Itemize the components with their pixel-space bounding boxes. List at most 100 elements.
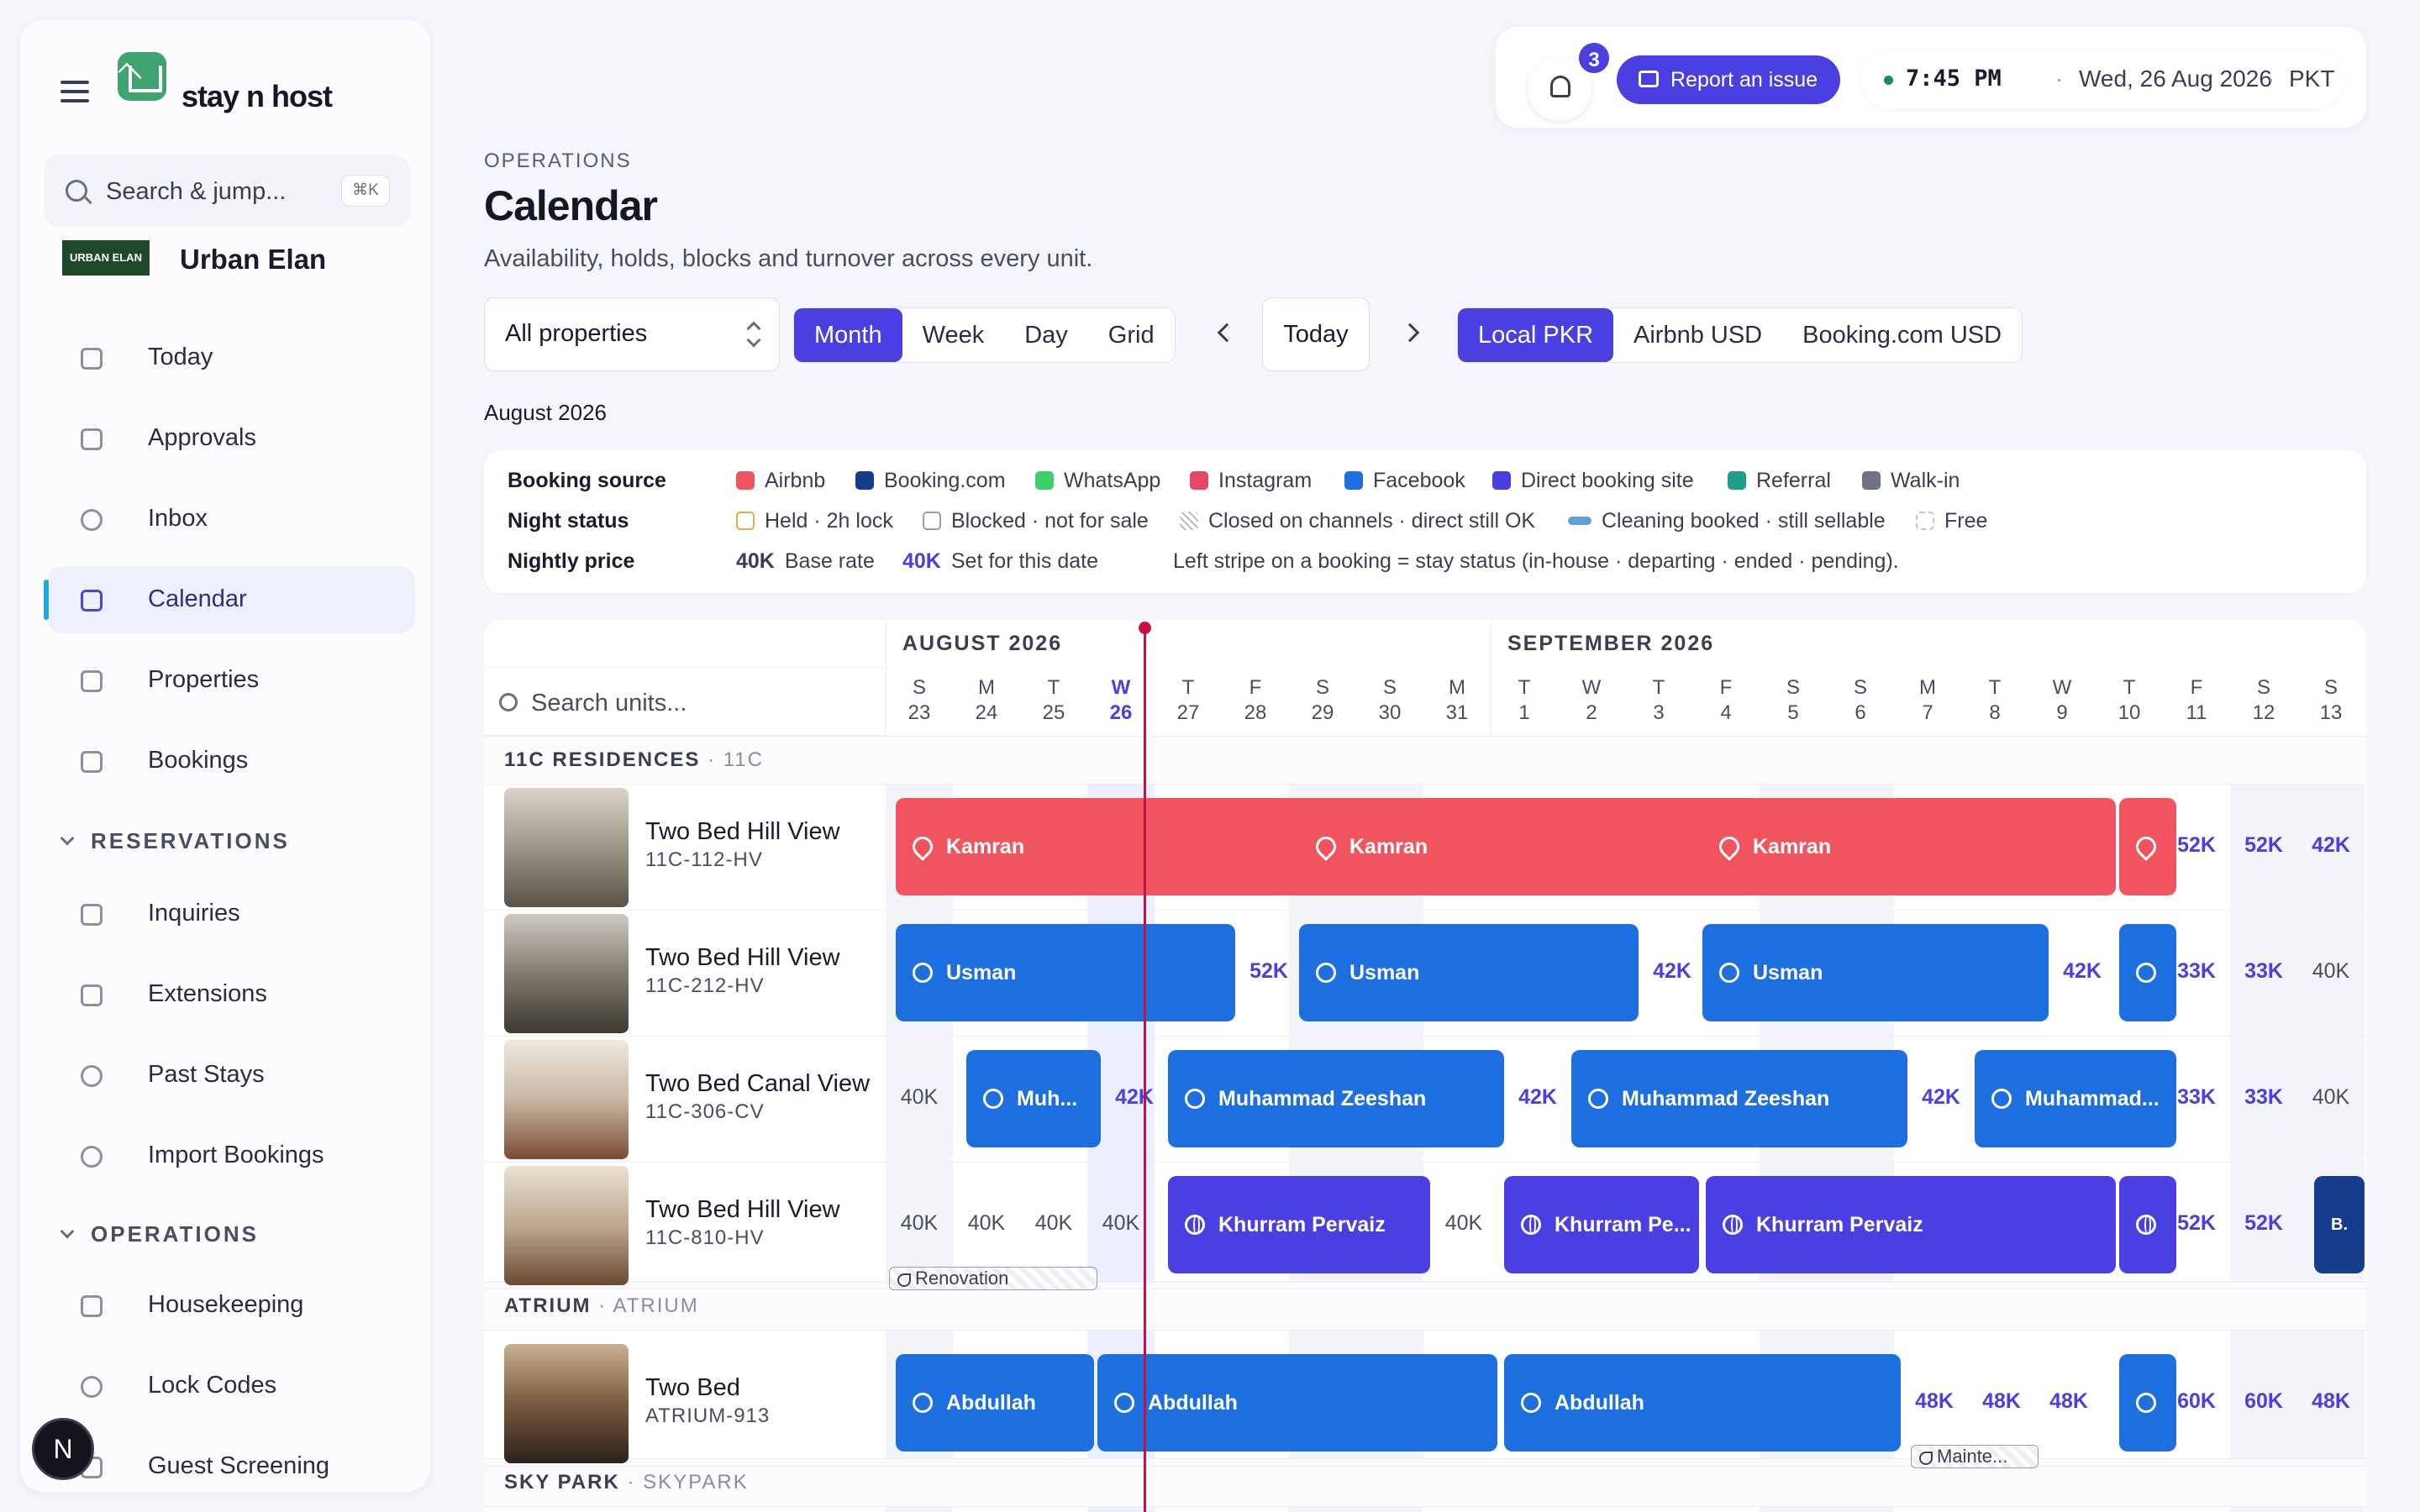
day-header[interactable]: S6 <box>1827 675 1894 726</box>
menu-icon[interactable] <box>60 81 89 104</box>
nightly-price[interactable]: 40K <box>886 1211 953 1236</box>
day-header[interactable]: T 10 <box>2096 675 2163 726</box>
nav-bookings[interactable]: Bookings <box>47 727 415 795</box>
nav-properties[interactable]: Properties <box>47 647 415 714</box>
nightly-price[interactable]: 60K <box>2230 1389 2297 1414</box>
view-week[interactable]: Week <box>902 308 1005 362</box>
view-day[interactable]: Day <box>1004 308 1088 362</box>
booking-bar[interactable]: Muhammad... <box>1975 1050 2176 1147</box>
day-header[interactable]: W2 <box>1558 675 1625 726</box>
nav-housekeeping[interactable]: Housekeeping <box>47 1272 415 1339</box>
next-arrow-icon[interactable] <box>1400 323 1420 343</box>
day-header[interactable]: T8 <box>1961 675 2028 726</box>
nightly-price[interactable]: 33K <box>2230 959 2297 984</box>
nightly-price[interactable]: 33K <box>2230 1085 2297 1110</box>
booking-bar[interactable]: Khurram Pervaiz <box>1706 1176 2116 1273</box>
booking-bar[interactable]: Kamran <box>1299 798 1719 895</box>
nightly-price[interactable]: 40K <box>953 1211 1020 1236</box>
unit-name[interactable]: Two Bed Hill View <box>645 816 872 847</box>
booking-bar[interactable] <box>2119 1354 2176 1452</box>
booking-bar[interactable]: Abdullah <box>1504 1354 1901 1452</box>
prev-arrow-icon[interactable] <box>1217 323 1237 343</box>
nav-lock-codes[interactable]: Lock Codes <box>47 1352 415 1420</box>
nightly-price[interactable]: 40K <box>886 1085 953 1110</box>
user-avatar[interactable]: N <box>32 1418 94 1480</box>
unit-photo[interactable] <box>504 1166 629 1285</box>
nightly-price[interactable]: 42K <box>2297 833 2365 858</box>
unit-photo[interactable] <box>504 1344 629 1463</box>
day-header[interactable]: F 11 <box>2163 675 2230 726</box>
day-header[interactable]: W9 <box>2028 675 2096 726</box>
nightly-price[interactable]: 42K <box>1639 959 1706 984</box>
booking-bar[interactable]: Khurram Pe... <box>1504 1176 1699 1273</box>
unit-photo[interactable] <box>504 914 629 1033</box>
unit-photo[interactable] <box>504 1040 629 1159</box>
section-reservations[interactable]: RESERVATIONS <box>60 828 290 854</box>
nightly-price[interactable]: 48K <box>2297 1389 2365 1414</box>
day-header[interactable]: M7 <box>1894 675 1961 726</box>
nightly-price[interactable]: 52K <box>2230 833 2297 858</box>
nightly-price[interactable]: 52K <box>1235 959 1302 984</box>
booking-bar[interactable]: B. <box>2314 1176 2365 1273</box>
booking-bar[interactable]: Muh... <box>966 1050 1101 1147</box>
nightly-price[interactable]: 48K <box>2035 1389 2102 1414</box>
nightly-price[interactable]: 48K <box>1901 1389 1968 1414</box>
nightly-price[interactable]: 40K <box>1430 1211 1497 1236</box>
nav-guest-screening[interactable]: Guest Screening <box>47 1433 415 1500</box>
nav-past-stays[interactable]: Past Stays <box>47 1042 415 1109</box>
booking-bar[interactable]: Muhammad Zeeshan <box>1168 1050 1504 1147</box>
booking-bar[interactable]: Abdullah <box>1097 1354 1497 1452</box>
org-name[interactable]: Urban Elan <box>180 244 326 276</box>
search-input[interactable]: Search & jump... ⌘K <box>44 155 410 227</box>
booking-bar[interactable]: Khurram Pervaiz <box>1168 1176 1430 1273</box>
nav-approvals[interactable]: Approvals <box>47 405 415 472</box>
currency-airbnb-usd[interactable]: Airbnb USD <box>1613 308 1782 362</box>
nav-import-bookings[interactable]: Import Bookings <box>47 1122 415 1189</box>
unit-photo[interactable] <box>504 788 629 907</box>
day-header[interactable]: S 29 <box>1289 675 1356 726</box>
nav-today[interactable]: Today <box>47 324 415 391</box>
booking-bar[interactable] <box>2119 798 2176 895</box>
maintenance-tag[interactable]: Renovation <box>889 1267 1097 1290</box>
unit-search-input[interactable]: Search units... <box>484 667 887 736</box>
day-header[interactable]: T 27 <box>1155 675 1222 726</box>
booking-bar[interactable] <box>2119 924 2176 1021</box>
notifications-button[interactable]: 3 <box>1528 40 1612 121</box>
unit-name[interactable]: Two Bed Canal View <box>645 1068 872 1099</box>
day-header[interactable]: S5 <box>1760 675 1827 726</box>
nightly-price[interactable]: 42K <box>1101 1085 1168 1110</box>
day-header[interactable]: M 31 <box>1423 675 1491 726</box>
maintenance-tag[interactable]: Mainte... <box>1911 1445 2039 1468</box>
booking-bar[interactable]: Kamran <box>896 798 1316 895</box>
day-header[interactable]: T 25 <box>1020 675 1087 726</box>
booking-bar[interactable]: Usman <box>1702 924 2049 1021</box>
nightly-price[interactable]: 40K <box>2297 1085 2365 1110</box>
booking-bar[interactable]: Muhammad Zeeshan <box>1571 1050 1907 1147</box>
nav-extensions[interactable]: Extensions <box>47 961 415 1028</box>
unit-name[interactable]: Two Bed Hill View <box>645 1194 872 1225</box>
booking-bar[interactable]: Usman <box>1299 924 1639 1021</box>
day-header[interactable]: F4 <box>1692 675 1760 726</box>
day-header[interactable]: T3 <box>1625 675 1692 726</box>
view-grid[interactable]: Grid <box>1088 308 1175 362</box>
day-header[interactable]: S 23 <box>886 675 953 726</box>
property-select[interactable]: All properties <box>484 297 780 371</box>
nav-inquiries[interactable]: Inquiries <box>47 880 415 948</box>
today-button[interactable]: Today <box>1262 297 1370 371</box>
nightly-price[interactable]: 40K <box>2297 959 2365 984</box>
day-header[interactable]: T1 <box>1491 675 1558 726</box>
unit-name[interactable]: Two Bed Hill View <box>645 942 872 973</box>
nightly-price[interactable]: 52K <box>2230 1211 2297 1236</box>
day-header[interactable]: S 12 <box>2230 675 2297 726</box>
nightly-price[interactable]: 42K <box>2049 959 2116 984</box>
nav-calendar[interactable]: Calendar <box>44 566 415 633</box>
day-header[interactable]: S 30 <box>1356 675 1423 726</box>
nightly-price[interactable]: 48K <box>1968 1389 2035 1414</box>
day-header[interactable]: M 24 <box>953 675 1020 726</box>
nightly-price[interactable]: 42K <box>1907 1085 1975 1110</box>
unit-name[interactable]: Two Bed <box>645 1373 872 1403</box>
report-issue-button[interactable]: Report an issue <box>1617 55 1840 104</box>
day-header[interactable]: S 13 <box>2297 675 2365 726</box>
day-header[interactable]: F 28 <box>1222 675 1289 726</box>
section-operations[interactable]: OPERATIONS <box>60 1221 259 1247</box>
